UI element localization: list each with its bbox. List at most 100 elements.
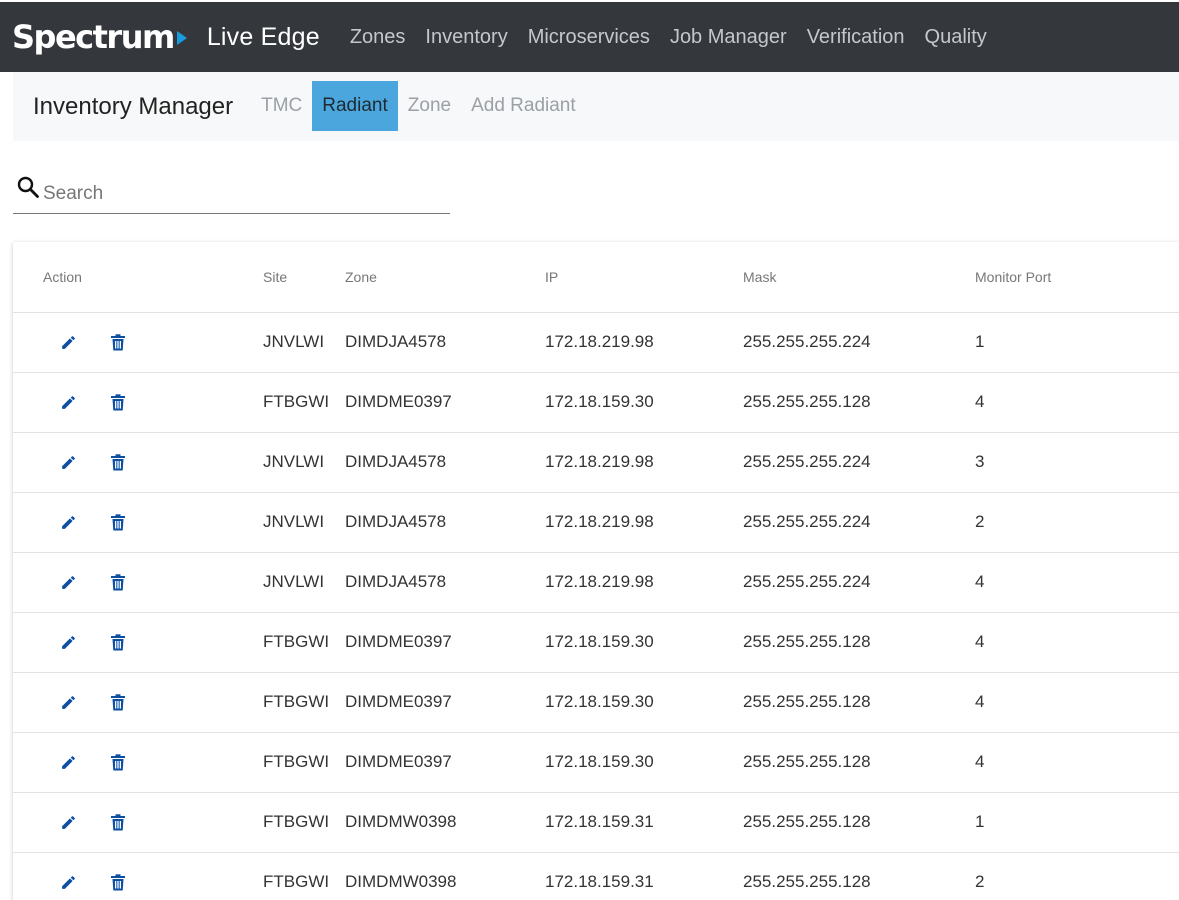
tab-zone[interactable]: Zone — [398, 81, 461, 131]
zone-cell: DIMDMW0398 — [345, 852, 545, 900]
column-header-ip[interactable]: IP — [545, 242, 743, 313]
mask-cell: 255.255.255.224 — [743, 552, 975, 613]
monitor-port-cell: 4 — [975, 612, 1179, 673]
zone-cell: DIMDME0397 — [345, 612, 545, 673]
monitor-port-cell: 2 — [975, 852, 1179, 900]
spectrum-logo[interactable]: Spectrum — [12, 2, 187, 72]
nav-verification[interactable]: Verification — [807, 26, 905, 49]
ip-cell: 172.18.219.98 — [545, 552, 743, 613]
ip-cell: 172.18.159.30 — [545, 612, 743, 673]
pencil-icon[interactable] — [59, 693, 77, 711]
monitor-port-cell: 4 — [975, 552, 1179, 613]
monitor-port-cell: 1 — [975, 792, 1179, 853]
action-cell — [13, 312, 233, 373]
mask-cell: 255.255.255.224 — [743, 492, 975, 553]
table-row: JNVLWI DIMDJA4578 172.18.219.98 255.255.… — [13, 552, 1179, 613]
search-icon — [16, 175, 40, 199]
action-cell — [13, 672, 233, 733]
nav-microservices[interactable]: Microservices — [528, 26, 650, 49]
trash-icon[interactable] — [109, 573, 127, 591]
brand-name: Spectrum — [12, 18, 175, 56]
site-cell: FTBGWI — [233, 612, 345, 673]
page-title: Inventory Manager — [33, 92, 234, 120]
table-row: FTBGWI DIMDME0397 172.18.159.30 255.255.… — [13, 372, 1179, 433]
pencil-icon[interactable] — [59, 513, 77, 531]
mask-cell: 255.255.255.224 — [743, 432, 975, 493]
ip-cell: 172.18.159.30 — [545, 732, 743, 793]
mask-cell: 255.255.255.128 — [743, 852, 975, 900]
action-cell — [13, 612, 233, 673]
tab-tmc[interactable]: TMC — [251, 81, 312, 131]
action-cell — [13, 852, 233, 900]
action-cell — [13, 492, 233, 553]
site-cell: JNVLWI — [233, 312, 345, 373]
pencil-icon[interactable] — [59, 813, 77, 831]
brand-arrow-icon — [176, 31, 187, 45]
zone-cell: DIMDME0397 — [345, 672, 545, 733]
tab-add-radiant[interactable]: Add Radiant — [461, 81, 586, 131]
table-row: JNVLWI DIMDJA4578 172.18.219.98 255.255.… — [13, 312, 1179, 373]
ip-cell: 172.18.159.30 — [545, 372, 743, 433]
monitor-port-cell: 2 — [975, 492, 1179, 553]
trash-icon[interactable] — [109, 753, 127, 771]
mask-cell: 255.255.255.128 — [743, 372, 975, 433]
column-header-mask[interactable]: Mask — [743, 242, 975, 313]
trash-icon[interactable] — [109, 393, 127, 411]
column-header-monitor-port[interactable]: Monitor Port — [975, 242, 1179, 313]
table-row: FTBGWI DIMDMW0398 172.18.159.31 255.255.… — [13, 852, 1179, 900]
column-header-site[interactable]: Site — [233, 242, 345, 313]
monitor-port-cell: 3 — [975, 432, 1179, 493]
trash-icon[interactable] — [109, 633, 127, 651]
table-row: FTBGWI DIMDME0397 172.18.159.30 255.255.… — [13, 732, 1179, 793]
pencil-icon[interactable] — [59, 573, 77, 591]
trash-icon[interactable] — [109, 333, 127, 351]
mask-cell: 255.255.255.128 — [743, 612, 975, 673]
site-cell: FTBGWI — [233, 672, 345, 733]
site-cell: JNVLWI — [233, 552, 345, 613]
trash-icon[interactable] — [109, 813, 127, 831]
action-cell — [13, 732, 233, 793]
zone-cell: DIMDJA4578 — [345, 312, 545, 373]
zone-cell: DIMDJA4578 — [345, 552, 545, 613]
monitor-port-cell: 4 — [975, 732, 1179, 793]
radiant-table-card: Action Site Zone IP Mask Monitor Port JN… — [13, 242, 1179, 900]
column-header-zone[interactable]: Zone — [345, 242, 545, 313]
table-row: FTBGWI DIMDMW0398 172.18.159.31 255.255.… — [13, 792, 1179, 853]
nav-job-manager[interactable]: Job Manager — [670, 26, 787, 49]
ip-cell: 172.18.159.31 — [545, 792, 743, 853]
nav-zones[interactable]: Zones — [350, 26, 406, 49]
trash-icon[interactable] — [109, 453, 127, 471]
table-row: JNVLWI DIMDJA4578 172.18.219.98 255.255.… — [13, 432, 1179, 493]
column-header-action: Action — [13, 242, 233, 313]
nav-quality[interactable]: Quality — [925, 26, 987, 49]
ip-cell: 172.18.219.98 — [545, 492, 743, 553]
site-cell: FTBGWI — [233, 732, 345, 793]
tab-radiant[interactable]: Radiant — [312, 81, 398, 131]
pencil-icon[interactable] — [59, 453, 77, 471]
trash-icon[interactable] — [109, 513, 127, 531]
zone-cell: DIMDME0397 — [345, 372, 545, 433]
action-cell — [13, 792, 233, 853]
inventory-subheader: Inventory Manager TMC Radiant Zone Add R… — [13, 72, 1179, 141]
mask-cell: 255.255.255.128 — [743, 792, 975, 853]
pencil-icon[interactable] — [59, 633, 77, 651]
table-row: FTBGWI DIMDME0397 172.18.159.30 255.255.… — [13, 672, 1179, 733]
action-cell — [13, 552, 233, 613]
table-row: JNVLWI DIMDJA4578 172.18.219.98 255.255.… — [13, 492, 1179, 553]
trash-icon[interactable] — [109, 873, 127, 891]
nav-inventory[interactable]: Inventory — [425, 26, 507, 49]
search-bar — [13, 172, 450, 214]
pencil-icon[interactable] — [59, 753, 77, 771]
search-input[interactable] — [43, 183, 443, 213]
zone-cell: DIMDJA4578 — [345, 432, 545, 493]
ip-cell: 172.18.219.98 — [545, 312, 743, 373]
site-cell: JNVLWI — [233, 492, 345, 553]
app-name[interactable]: Live Edge — [207, 23, 320, 52]
trash-icon[interactable] — [109, 693, 127, 711]
pencil-icon[interactable] — [59, 873, 77, 891]
ip-cell: 172.18.159.30 — [545, 672, 743, 733]
monitor-port-cell: 4 — [975, 372, 1179, 433]
pencil-icon[interactable] — [59, 333, 77, 351]
pencil-icon[interactable] — [59, 393, 77, 411]
mask-cell: 255.255.255.128 — [743, 672, 975, 733]
